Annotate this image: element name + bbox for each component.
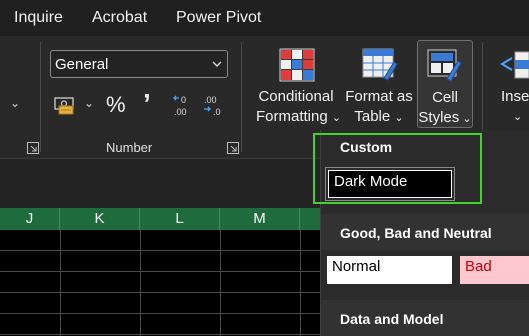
column-header-k[interactable]: K <box>60 208 140 230</box>
comma-style-button[interactable]: ’ <box>143 88 151 120</box>
chevron-down-icon[interactable]: ⌄ <box>84 96 94 110</box>
conditional-formatting-button[interactable]: Conditional Formatting ⌄ <box>256 87 341 128</box>
insert-button[interactable]: Inse ⌄ <box>501 87 529 127</box>
cell-styles-label-1: Cell <box>432 89 458 106</box>
column-header-partial[interactable] <box>300 208 320 230</box>
custom-section-title: Custom <box>340 139 393 155</box>
conditional-formatting-icon[interactable] <box>279 48 315 82</box>
svg-text:.0: .0 <box>213 107 221 117</box>
column-header-l[interactable]: L <box>140 208 220 230</box>
chevron-down-icon: ⌄ <box>513 111 523 123</box>
format-as-table-button[interactable]: Format as Table ⌄ <box>343 87 415 128</box>
grid-line <box>60 230 61 336</box>
cell-styles-gallery: Custom Dark Mode Good, Bad and Neutral N… <box>313 130 529 336</box>
grid-line <box>0 250 320 251</box>
style-normal[interactable]: Normal <box>327 256 452 284</box>
chevron-down-icon: ⌄ <box>331 112 342 124</box>
grid-line <box>300 230 301 336</box>
column-header-row: J K L M <box>0 208 320 230</box>
chevron-down-icon[interactable]: ⌄ <box>10 96 20 110</box>
tab-power-pivot[interactable]: Power Pivot <box>176 9 261 27</box>
chevron-down-icon <box>212 61 222 67</box>
insert-cells-icon[interactable] <box>498 50 529 80</box>
format-as-table-label-1: Format as <box>345 88 413 105</box>
grid-line <box>0 271 320 272</box>
format-as-table-label-2: Table <box>354 108 391 125</box>
cell-styles-label-2: Styles <box>418 109 460 126</box>
style-bad[interactable]: Bad <box>460 256 529 284</box>
grid-line <box>220 230 221 336</box>
decrease-decimal-icon[interactable]: .00 .0 <box>202 94 228 118</box>
good-bad-neutral-title: Good, Bad and Neutral <box>340 225 492 241</box>
grid-line <box>0 292 320 293</box>
conditional-formatting-label-2: Formatting <box>256 108 328 125</box>
svg-text:0: 0 <box>181 95 186 105</box>
svg-text:.00: .00 <box>174 107 187 117</box>
conditional-formatting-label-1: Conditional <box>258 88 334 105</box>
dialog-launcher-icon[interactable] <box>227 142 239 154</box>
number-group-label: Number <box>106 140 153 155</box>
worksheet-grid[interactable] <box>0 230 320 336</box>
ribbon-separator <box>241 42 242 152</box>
menu-bar: Inquire Acrobat Power Pivot <box>0 0 529 36</box>
grid-line <box>140 230 141 336</box>
data-and-model-title: Data and Model <box>340 311 444 327</box>
grid-line <box>0 313 320 314</box>
insert-label: Inse <box>501 88 529 105</box>
column-header-j[interactable]: J <box>0 208 60 230</box>
column-header-m[interactable]: M <box>220 208 300 230</box>
format-as-table-icon[interactable] <box>362 48 398 82</box>
grid-line <box>0 334 320 335</box>
number-format-value: General <box>55 56 109 73</box>
tab-inquire[interactable]: Inquire <box>14 9 63 27</box>
tab-acrobat[interactable]: Acrobat <box>92 9 147 27</box>
chevron-down-icon: ⌄ <box>459 113 472 125</box>
dialog-launcher-icon[interactable] <box>27 142 39 154</box>
percent-style-button[interactable]: % <box>106 92 126 118</box>
accounting-format-icon[interactable] <box>54 94 78 116</box>
ribbon-separator <box>40 42 41 152</box>
cell-styles-button[interactable]: Cell Styles ⌄ <box>417 40 473 128</box>
style-dark-mode[interactable]: Dark Mode <box>325 167 455 201</box>
cell-styles-icon <box>427 49 462 82</box>
chevron-down-icon: ⌄ <box>394 112 404 124</box>
svg-text:.00: .00 <box>204 95 217 105</box>
number-format-dropdown[interactable]: General <box>50 50 228 78</box>
increase-decimal-icon[interactable]: 0 .00 <box>172 94 198 118</box>
